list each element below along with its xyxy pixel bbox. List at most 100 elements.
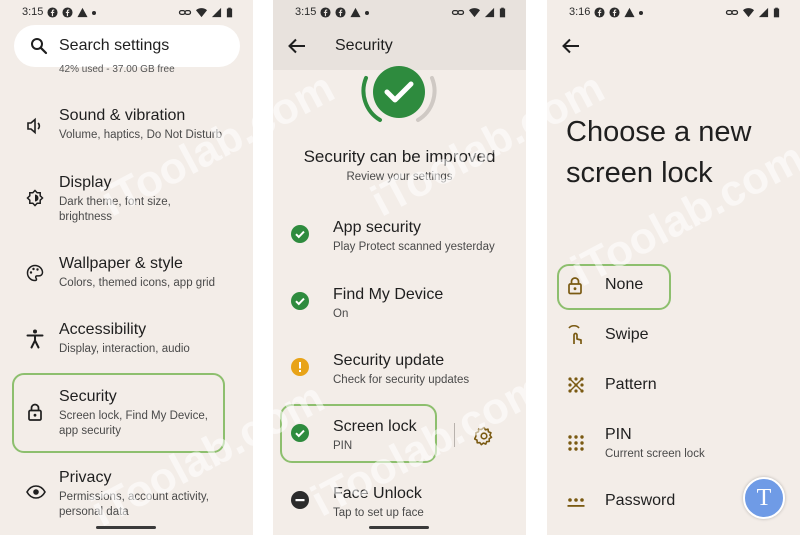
alert-icon <box>624 7 635 18</box>
facebook-icon <box>335 7 346 18</box>
password-icon <box>567 498 585 507</box>
alert-icon <box>77 7 88 18</box>
lock-option-none[interactable]: None <box>547 274 800 300</box>
settings-item-title: Wallpaper & style <box>59 255 183 272</box>
screenshot-collage: 3:15 Search settings 42% used - 37.00 GB… <box>0 0 800 535</box>
lock-option-swipe[interactable]: Swipe <box>547 324 800 350</box>
security-item-title: Face Unlock <box>333 485 422 502</box>
settings-item-subtitle: Volume, haptics, Do Not Disturb <box>59 129 222 141</box>
facebook-icon <box>47 7 58 18</box>
status-bar: 3:16 <box>547 5 800 21</box>
wifi-icon <box>469 8 480 18</box>
storage-summary: 42% used - 37.00 GB free <box>59 64 175 75</box>
lock-option-title: Swipe <box>605 326 649 343</box>
settings-item-wallpaper[interactable]: Wallpaper & style Colors, themed icons, … <box>0 253 253 299</box>
accessibility-icon <box>26 329 44 349</box>
settings-panel: 3:15 Search settings 42% used - 37.00 GB… <box>0 0 253 535</box>
settings-item-subtitle: Colors, themed icons, app grid <box>59 277 215 289</box>
alert-icon <box>350 7 361 18</box>
settings-item-subtitle: Dark theme, font size, brightness <box>59 196 171 223</box>
settings-item-security[interactable]: Security Screen lock, Find My Device, ap… <box>0 386 253 442</box>
settings-item-title: Security <box>59 388 117 405</box>
check-circle-icon <box>291 292 309 310</box>
lock-option-pin[interactable]: PIN Current screen lock <box>547 424 800 466</box>
link-icon <box>451 10 465 15</box>
notification-dot <box>639 10 643 15</box>
security-heading: Security can be improved <box>303 147 496 166</box>
battery-icon <box>226 7 233 18</box>
settings-item-sound[interactable]: Sound & vibration Volume, haptics, Do No… <box>0 105 253 151</box>
home-indicator[interactable] <box>369 526 429 529</box>
settings-item-title: Accessibility <box>59 321 147 338</box>
link-icon <box>178 10 192 15</box>
signal-icon <box>211 7 222 18</box>
check-circle-icon <box>291 424 309 442</box>
status-time: 3:15 <box>295 6 317 18</box>
security-subheading: Review your settings <box>346 171 453 183</box>
security-item-title: App security <box>333 219 422 236</box>
volume-icon <box>27 117 41 135</box>
security-item-subtitle: Check for security updates <box>333 374 470 386</box>
settings-item-subtitle: Screen lock, Find My Device, app securit… <box>59 410 208 437</box>
wifi-icon <box>743 8 754 18</box>
settings-item-title: Display <box>59 174 112 191</box>
security-item-update[interactable]: Security update Check for security updat… <box>273 350 526 392</box>
security-item-title: Find My Device <box>333 286 444 303</box>
status-bar: 3:15 <box>273 5 526 21</box>
security-item-subtitle: On <box>333 308 349 320</box>
lock-option-title: PIN <box>605 426 632 443</box>
search-icon <box>31 38 48 55</box>
minus-circle-icon <box>291 491 309 509</box>
facebook-icon <box>609 7 620 18</box>
settings-item-subtitle: Display, interaction, audio <box>59 343 190 355</box>
pin-icon <box>568 435 584 451</box>
status-time: 3:16 <box>569 6 591 18</box>
security-item-face-unlock[interactable]: Face Unlock Tap to set up face <box>273 483 526 525</box>
lock-option-subtitle: Current screen lock <box>605 448 705 460</box>
search-placeholder: Search settings <box>59 37 170 54</box>
itoolab-logo: T <box>743 477 785 519</box>
settings-item-display[interactable]: Display Dark theme, font size, brightnes… <box>0 172 253 228</box>
lock-icon <box>568 277 582 295</box>
security-item-subtitle: Tap to set up face <box>333 507 424 519</box>
back-arrow-icon[interactable] <box>562 38 580 54</box>
status-bar: 3:15 <box>0 5 253 21</box>
lock-option-pattern[interactable]: Pattern <box>547 374 800 400</box>
notification-dot <box>365 10 369 15</box>
gear-icon[interactable] <box>474 426 494 446</box>
settings-item-privacy[interactable]: Privacy Permissions, account activity, p… <box>0 467 253 523</box>
facebook-icon <box>320 7 331 18</box>
warning-circle-icon <box>291 358 309 376</box>
palette-icon <box>26 264 44 282</box>
eye-icon <box>26 485 46 499</box>
signal-icon <box>484 7 495 18</box>
link-icon <box>725 10 739 15</box>
signal-icon <box>758 7 769 18</box>
security-item-subtitle: Play Protect scanned yesterday <box>333 241 495 253</box>
settings-item-accessibility[interactable]: Accessibility Display, interaction, audi… <box>0 320 253 366</box>
security-item-find-my-device[interactable]: Find My Device On <box>273 284 526 326</box>
notification-dot <box>92 10 96 15</box>
facebook-icon <box>62 7 73 18</box>
search-bar[interactable]: Search settings <box>14 25 240 67</box>
home-indicator[interactable] <box>96 526 156 529</box>
back-arrow-icon[interactable] <box>288 38 306 54</box>
lock-option-title: None <box>605 276 644 293</box>
security-panel: 3:15 Security Security can be improved R… <box>273 0 526 535</box>
lock-option-title: Password <box>605 492 676 509</box>
page-heading: Choose a new screen lock <box>566 116 752 189</box>
divider <box>454 423 455 447</box>
screen-lock-panel: 3:16 Choose a new screen lock None Swipe… <box>547 0 800 535</box>
battery-icon <box>773 7 780 18</box>
security-item-title: Screen lock <box>333 418 417 435</box>
settings-item-title: Sound & vibration <box>59 107 186 124</box>
facebook-icon <box>594 7 605 18</box>
settings-item-subtitle: Permissions, account activity, personal … <box>59 491 209 518</box>
security-item-title: Security update <box>333 352 445 369</box>
lock-icon <box>28 403 42 421</box>
logo-letter: T <box>756 485 772 511</box>
brightness-icon <box>26 189 44 207</box>
battery-icon <box>499 7 506 18</box>
security-item-app-security[interactable]: App security Play Protect scanned yester… <box>273 217 526 259</box>
settings-item-title: Privacy <box>59 469 112 486</box>
